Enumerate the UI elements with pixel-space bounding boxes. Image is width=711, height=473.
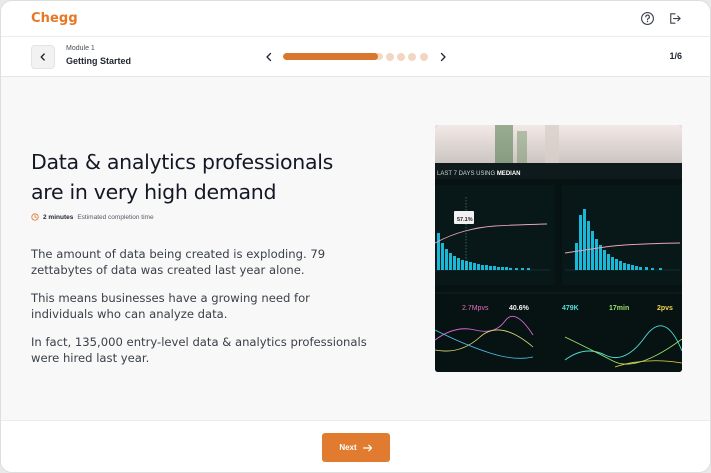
step-dot[interactable]: [386, 53, 394, 61]
clock-icon: [31, 213, 39, 221]
next-button-label: Next: [339, 443, 357, 452]
chevron-right-icon[interactable]: [437, 51, 449, 63]
bottom-navigation: Next: [1, 420, 710, 472]
arrow-right-icon: [362, 444, 372, 451]
page-counter: 1/6: [669, 51, 682, 61]
callout-value: 57.1%: [457, 217, 473, 223]
module-title: Getting Started: [66, 56, 132, 66]
duration-value: 2 minutes: [43, 213, 74, 221]
help-circle-icon[interactable]: [640, 11, 655, 26]
stat-value: 40.6%: [509, 305, 530, 312]
paragraph: The amount of data being created is expl…: [31, 247, 326, 277]
completion-time: 2 minutes Estimated completion time: [31, 213, 154, 221]
dashboard-title: LAST 7 DAYS USING MEDIAN: [437, 171, 520, 177]
chevron-left-icon[interactable]: [263, 51, 275, 63]
progress-fill: [283, 53, 378, 60]
stat-value: 2pvs: [657, 305, 673, 312]
paragraph: This means businesses have a growing nee…: [31, 291, 310, 321]
stat-value: 479K: [562, 305, 579, 312]
back-button[interactable]: [31, 45, 55, 69]
step-dot[interactable]: [397, 53, 405, 61]
module-bar: Module 1 Getting Started 1/6: [1, 37, 710, 77]
duration-label: Estimated completion time: [77, 213, 154, 221]
step-dot[interactable]: [420, 53, 428, 61]
lesson-content: Data & analytics professionals are in ve…: [1, 77, 710, 420]
paragraph: In fact, 135,000 entry-level data & anal…: [31, 335, 367, 365]
module-label: Module 1: [66, 45, 95, 52]
analytics-dashboard-image: LAST 7 DAYS USING MEDIAN 57.1% 2.7Mpvs 4…: [435, 125, 682, 372]
logout-icon[interactable]: [667, 11, 682, 26]
chevron-left-icon: [40, 53, 45, 61]
app-window: Chegg Module 1 Getting Started 1/6 Data …: [0, 0, 711, 473]
progress-bar: [283, 53, 383, 60]
step-dot[interactable]: [408, 53, 416, 61]
chegg-logo[interactable]: Chegg: [31, 11, 78, 26]
stat-value: 17min: [609, 305, 629, 312]
dashboard-illustration: LAST 7 DAYS USING MEDIAN 57.1% 2.7Mpvs 4…: [435, 125, 682, 372]
stat-value: 2.7Mpvs: [462, 305, 489, 312]
lesson-heading: Data & analytics professionals are in ve…: [31, 150, 334, 204]
next-button[interactable]: Next: [322, 433, 390, 462]
top-header: Chegg: [1, 1, 710, 37]
